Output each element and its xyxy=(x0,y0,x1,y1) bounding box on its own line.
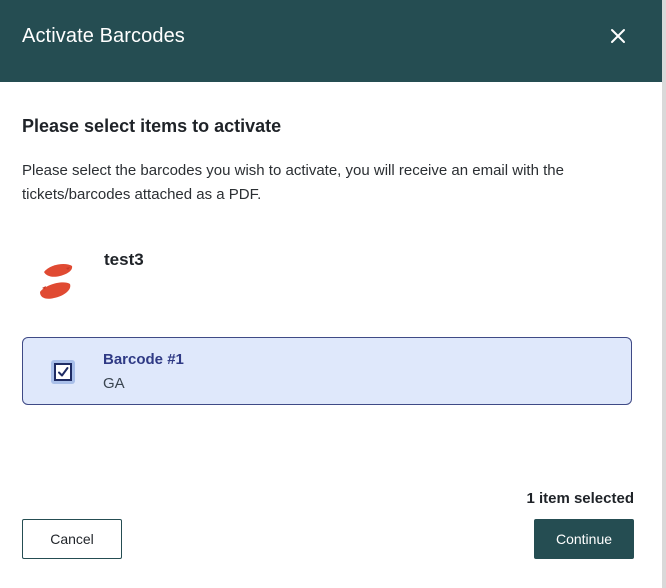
backdrop-edge xyxy=(662,0,666,588)
dialog-title: Activate Barcodes xyxy=(22,25,185,47)
barcode-name: Barcode #1 xyxy=(103,351,184,368)
close-icon xyxy=(611,29,625,43)
barcode-checkbox[interactable] xyxy=(51,360,75,384)
section-heading: Please select items to activate xyxy=(22,116,282,136)
cancel-button[interactable]: Cancel xyxy=(22,519,122,559)
selected-count: 1 item selected xyxy=(526,490,634,507)
instructions-text: Please select the barcodes you wish to a… xyxy=(22,162,564,203)
checkbox-box xyxy=(54,363,72,381)
close-button[interactable] xyxy=(602,20,634,52)
event-name: test3 xyxy=(104,250,144,269)
continue-button[interactable]: Continue xyxy=(534,519,634,559)
barcode-item[interactable]: Barcode #1 GA xyxy=(22,337,632,405)
dialog-header: Activate Barcodes xyxy=(0,0,662,82)
barcode-type: GA xyxy=(103,375,125,392)
event-logo xyxy=(40,264,73,299)
activate-barcodes-dialog: Activate Barcodes Please select items to… xyxy=(0,0,662,588)
checkmark-icon xyxy=(58,367,69,377)
